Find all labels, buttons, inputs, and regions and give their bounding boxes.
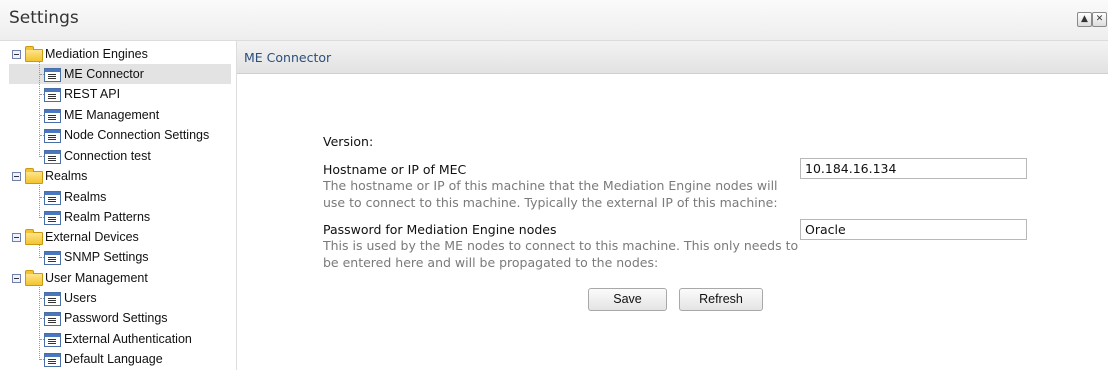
window-title: Settings (9, 8, 79, 28)
tree-group-label: User Management (45, 271, 148, 285)
folder-open-icon (25, 168, 43, 184)
tree-item-label: REST API (64, 87, 121, 101)
tree-item-label: Default Language (64, 352, 163, 366)
settings-page-icon (44, 292, 61, 306)
tree-group-realms[interactable]: Realms (0, 166, 236, 186)
triangle-up-icon[interactable]: ▲ (1077, 12, 1092, 27)
tree-item-label: ME Management (64, 108, 160, 122)
tree-item-connection-test[interactable]: Connection test (0, 146, 236, 166)
tree-item-label: Realm Patterns (64, 210, 151, 224)
tree-group-label: Mediation Engines (45, 47, 148, 61)
tree-group-mediation-engines[interactable]: Mediation Engines (0, 44, 236, 64)
password-input[interactable] (800, 219, 1027, 240)
settings-page-icon (44, 68, 61, 82)
close-icon[interactable]: ✕ (1092, 12, 1107, 27)
tree-group-external-devices[interactable]: External Devices (0, 227, 236, 247)
settings-page-icon (44, 312, 61, 326)
refresh-button[interactable]: Refresh (679, 288, 763, 311)
tree-item-snmp-settings[interactable]: SNMP Settings (0, 247, 236, 267)
hostname-description: The hostname or IP of this machine that … (323, 178, 778, 210)
settings-page-icon (44, 150, 61, 164)
settings-tree: Mediation Engines ME Connector REST API … (0, 41, 237, 370)
collapse-toggle-icon[interactable] (12, 274, 21, 283)
tree-item-me-connector[interactable]: ME Connector (0, 64, 236, 84)
tree-item-label: SNMP Settings (64, 250, 149, 264)
tree-item-label: External Authentication (64, 332, 192, 346)
tree-item-label: Password Settings (64, 311, 168, 325)
settings-page-icon (44, 109, 61, 123)
tree-item-external-authentication[interactable]: External Authentication (0, 329, 236, 349)
tree-item-label: Node Connection Settings (64, 128, 210, 142)
tree-item-users[interactable]: Users (0, 288, 236, 308)
collapse-toggle-icon[interactable] (12, 172, 21, 181)
save-button[interactable]: Save (588, 288, 667, 311)
folder-open-icon (25, 270, 43, 286)
password-label: Password for Mediation Engine nodes (323, 222, 557, 237)
panel-header: ME Connector (237, 41, 1108, 74)
settings-page-icon (44, 333, 61, 347)
tree-item-password-settings[interactable]: Password Settings (0, 308, 236, 328)
tree-group-user-management[interactable]: User Management (0, 268, 236, 288)
settings-page-icon (44, 129, 61, 143)
folder-open-icon (25, 46, 43, 62)
collapse-toggle-icon[interactable] (12, 233, 21, 242)
settings-page-icon (44, 251, 61, 265)
folder-open-icon (25, 229, 43, 245)
settings-content-panel: ME Connector Version: Hostname or IP of … (237, 41, 1108, 370)
tree-item-me-management[interactable]: ME Management (0, 105, 236, 125)
settings-page-icon (44, 88, 61, 102)
password-description: This is used by the ME nodes to connect … (323, 238, 799, 270)
tree-item-node-connection-settings[interactable]: Node Connection Settings (0, 125, 236, 145)
tree-item-rest-api[interactable]: REST API (0, 84, 236, 104)
settings-page-icon (44, 191, 61, 205)
version-label: Version: (323, 134, 374, 149)
tree-group-label: External Devices (45, 230, 139, 244)
settings-page-icon (44, 353, 61, 367)
panel-title: ME Connector (244, 50, 332, 65)
tree-item-label: ME Connector (64, 67, 144, 81)
tree-item-label: Realms (64, 190, 107, 204)
tree-group-label: Realms (45, 169, 88, 183)
hostname-label: Hostname or IP of MEC (323, 162, 467, 177)
tree-item-realms[interactable]: Realms (0, 187, 236, 207)
tree-item-default-language[interactable]: Default Language (0, 349, 236, 369)
tree-item-realm-patterns[interactable]: Realm Patterns (0, 207, 236, 227)
hostname-input[interactable] (800, 158, 1027, 179)
settings-page-icon (44, 211, 61, 225)
window-titlebar: Settings ▲ ✕ (0, 0, 1108, 41)
tree-item-label: Connection test (64, 149, 151, 163)
tree-item-label: Users (64, 291, 97, 305)
collapse-toggle-icon[interactable] (12, 50, 21, 59)
